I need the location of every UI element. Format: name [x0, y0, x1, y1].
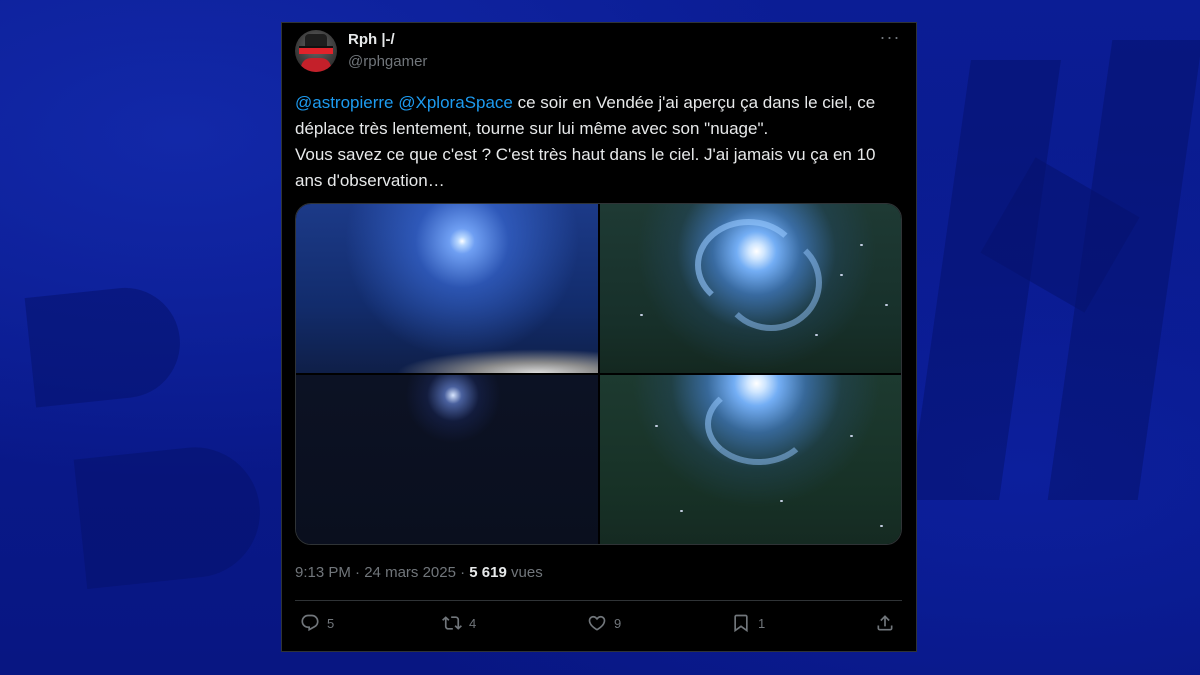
share-icon [877, 615, 893, 631]
star [879, 525, 883, 527]
star [654, 425, 658, 427]
star [859, 244, 863, 246]
avatar-stripe [299, 48, 333, 54]
more-icon[interactable]: ··· [878, 27, 902, 51]
star [884, 304, 888, 306]
view-count: 5 619 [469, 564, 507, 581]
star [849, 435, 853, 437]
author-handle[interactable]: @rphgamer [348, 53, 427, 70]
spiral-arm [704, 383, 812, 465]
tweet-meta: 9:13 PM · 24 mars 2025 · 5 619 vues [295, 564, 543, 581]
bookmark-count: 1 [758, 615, 766, 631]
spiral-arm [719, 234, 822, 331]
action-bar: 5 4 9 1 [295, 613, 902, 639]
meta-separator: · [455, 564, 470, 581]
retweet-count: 4 [469, 615, 477, 631]
star [679, 510, 683, 512]
tweet-date[interactable]: 24 mars 2025 [364, 564, 456, 581]
star [814, 334, 818, 336]
view-label: vues [511, 564, 543, 581]
bookmark-button[interactable]: 1 [731, 613, 765, 633]
background-shape [73, 440, 267, 590]
like-icon [588, 615, 606, 631]
photo-1[interactable] [296, 204, 598, 373]
bookmark-icon [734, 614, 748, 633]
photo-2[interactable] [599, 204, 901, 373]
author-name[interactable]: Rph |-/ [348, 31, 395, 48]
like-count: 9 [614, 615, 622, 631]
star [639, 314, 643, 316]
photo-ground [396, 349, 598, 373]
star [779, 500, 783, 502]
tweet-text-line-2: Vous savez ce que c'est ? C'est très hau… [295, 145, 876, 190]
avatar-shirt [301, 58, 331, 72]
retweet-icon [442, 616, 462, 630]
mention-link[interactable]: @XploraSpace [398, 93, 513, 112]
reply-count: 5 [327, 615, 335, 631]
star [839, 274, 843, 276]
media-grid [295, 203, 902, 545]
photo-4[interactable] [599, 375, 901, 544]
like-button[interactable]: 9 [587, 613, 621, 633]
share-button[interactable] [875, 613, 895, 633]
avatar[interactable] [295, 30, 337, 72]
mention-link[interactable]: @astropierre [295, 93, 394, 112]
tweet-card: Rph |-/ @rphgamer ··· @astropierre @Xplo… [281, 22, 917, 652]
reply-button[interactable]: 5 [300, 613, 334, 633]
photo-3[interactable] [296, 375, 598, 544]
tweet-time[interactable]: 9:13 PM [295, 564, 351, 581]
reply-icon [301, 614, 319, 632]
tweet-text: @astropierre @XploraSpace ce soir en Ven… [295, 90, 905, 194]
background-shape [24, 282, 186, 408]
divider [295, 600, 902, 601]
retweet-button[interactable]: 4 [442, 613, 476, 633]
meta-separator: · [350, 564, 365, 581]
